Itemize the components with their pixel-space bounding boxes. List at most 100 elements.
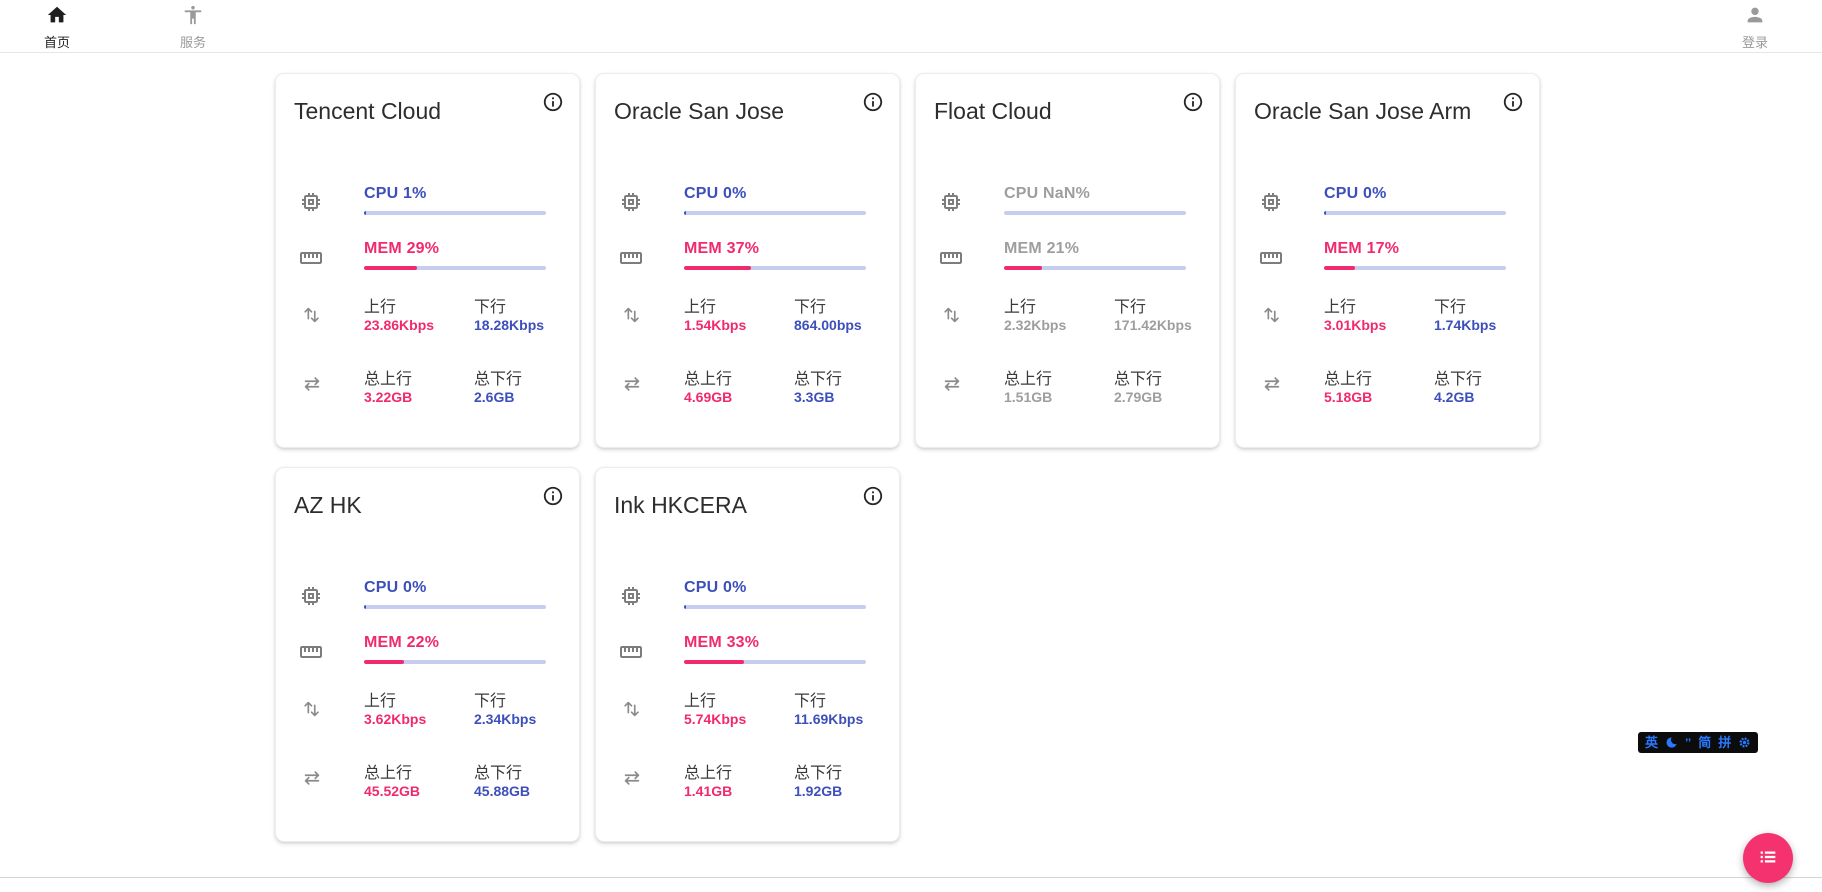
swap-horizontal-icon xyxy=(301,767,323,789)
upload-label: 上行 xyxy=(684,293,716,317)
cpu-progress-fill xyxy=(684,211,686,215)
swap-horizontal-icon xyxy=(621,373,643,395)
cpu-usage-label: CPU 0% xyxy=(1324,185,1387,203)
up-down-arrows-icon xyxy=(301,698,323,720)
mem-progress-fill xyxy=(1324,266,1355,270)
ime-punctuation-toggle[interactable]: ’’ xyxy=(1685,737,1691,749)
up-down-arrows-icon xyxy=(621,698,643,720)
cpu-chip-icon xyxy=(939,190,963,214)
total-upload-label: 总上行 xyxy=(684,759,732,783)
total-download-label: 总下行 xyxy=(794,365,842,389)
total-download-label: 总下行 xyxy=(474,365,522,389)
total-upload-value: 45.52GB xyxy=(364,783,420,799)
server-list-fab[interactable] xyxy=(1743,833,1793,883)
total-download-value: 2.79GB xyxy=(1114,389,1162,405)
download-label: 下行 xyxy=(794,293,826,317)
upload-rate: 5.74Kbps xyxy=(684,711,746,727)
memory-ruler-icon xyxy=(619,640,643,664)
mem-progress-fill xyxy=(684,660,744,664)
up-down-arrows-icon xyxy=(621,304,643,326)
server-name: Oracle San Jose Arm xyxy=(1254,98,1471,125)
ime-language-toggle[interactable]: 英 xyxy=(1645,736,1658,749)
cpu-chip-icon xyxy=(1259,190,1283,214)
download-label: 下行 xyxy=(1114,293,1146,317)
cpu-progress-bar xyxy=(364,211,546,215)
memory-ruler-icon xyxy=(299,640,323,664)
upload-label: 上行 xyxy=(364,687,396,711)
cpu-usage-label: CPU 0% xyxy=(684,579,747,597)
memory-ruler-icon xyxy=(299,246,323,270)
nav-services-label: 服务 xyxy=(180,32,206,51)
upload-label: 上行 xyxy=(684,687,716,711)
nav-item-login[interactable]: 登录 xyxy=(1727,4,1783,51)
gear-icon[interactable] xyxy=(1738,736,1751,749)
total-download-value: 1.92GB xyxy=(794,783,842,799)
download-rate: 2.34Kbps xyxy=(474,711,536,727)
mem-usage-label: MEM 21% xyxy=(1004,240,1079,258)
info-icon[interactable] xyxy=(859,88,887,116)
total-upload-label: 总上行 xyxy=(364,365,412,389)
info-icon[interactable] xyxy=(1499,88,1527,116)
swap-horizontal-icon xyxy=(941,373,963,395)
mem-usage-label: MEM 17% xyxy=(1324,240,1399,258)
info-icon[interactable] xyxy=(1179,88,1207,116)
cpu-progress-fill xyxy=(364,605,366,609)
download-rate: 11.69Kbps xyxy=(794,711,863,727)
info-icon[interactable] xyxy=(859,482,887,510)
swap-horizontal-icon xyxy=(621,767,643,789)
ime-simplified-toggle[interactable]: 简 xyxy=(1698,736,1711,749)
nav-item-home[interactable]: 首页 xyxy=(29,4,85,51)
cpu-progress-bar xyxy=(684,211,866,215)
cpu-progress-bar xyxy=(1324,211,1506,215)
cpu-usage-label: CPU 0% xyxy=(684,185,747,203)
download-label: 下行 xyxy=(794,687,826,711)
cpu-usage-label: CPU 1% xyxy=(364,185,427,203)
footer-divider xyxy=(0,877,1822,878)
total-download-label: 总下行 xyxy=(1434,365,1482,389)
total-upload-value: 5.18GB xyxy=(1324,389,1372,405)
cpu-progress-bar xyxy=(364,605,546,609)
download-rate: 18.28Kbps xyxy=(474,317,544,333)
cpu-chip-icon xyxy=(299,584,323,608)
ime-pinyin-toggle[interactable]: 拼 xyxy=(1718,736,1731,749)
upload-label: 上行 xyxy=(1324,293,1356,317)
download-label: 下行 xyxy=(474,687,506,711)
upload-label: 上行 xyxy=(1004,293,1036,317)
download-rate: 864.00bps xyxy=(794,317,862,333)
server-card: AZ HK CPU 0% MEM 22% 上行 3.62Kbps 下行 2.34… xyxy=(275,467,580,842)
download-rate: 1.74Kbps xyxy=(1434,317,1496,333)
total-download-value: 3.3GB xyxy=(794,389,834,405)
cpu-progress-fill xyxy=(364,211,366,215)
upload-rate: 2.32Kbps xyxy=(1004,317,1066,333)
info-icon[interactable] xyxy=(539,88,567,116)
server-card: Oracle San Jose Arm CPU 0% MEM 17% 上行 3.… xyxy=(1235,73,1540,448)
up-down-arrows-icon xyxy=(1261,304,1283,326)
moon-icon[interactable] xyxy=(1665,736,1678,749)
info-icon[interactable] xyxy=(539,482,567,510)
server-name: Oracle San Jose xyxy=(614,98,784,125)
server-card: Float Cloud CPU NaN% MEM 21% 上行 2.32Kbps… xyxy=(915,73,1220,448)
nav-item-services[interactable]: 服务 xyxy=(165,4,221,51)
nav-login-label: 登录 xyxy=(1742,32,1768,51)
total-upload-value: 3.22GB xyxy=(364,389,412,405)
mem-progress-fill xyxy=(684,266,751,270)
cpu-usage-label: CPU NaN% xyxy=(1004,185,1090,203)
memory-ruler-icon xyxy=(939,246,963,270)
mem-progress-bar xyxy=(1324,266,1506,270)
download-rate: 171.42Kbps xyxy=(1114,317,1192,333)
mem-progress-bar xyxy=(1004,266,1186,270)
up-down-arrows-icon xyxy=(941,304,963,326)
home-icon xyxy=(46,4,68,31)
server-name: Float Cloud xyxy=(934,98,1052,125)
person-icon xyxy=(1744,4,1766,31)
total-upload-label: 总上行 xyxy=(1004,365,1052,389)
upload-rate: 3.62Kbps xyxy=(364,711,426,727)
mem-progress-fill xyxy=(364,266,417,270)
list-icon xyxy=(1757,846,1779,871)
total-download-value: 45.88GB xyxy=(474,783,530,799)
cpu-progress-bar xyxy=(1004,211,1186,215)
total-download-label: 总下行 xyxy=(794,759,842,783)
accessibility-icon xyxy=(182,4,204,31)
swap-horizontal-icon xyxy=(1261,373,1283,395)
server-card: Ink HKCERA CPU 0% MEM 33% 上行 5.74Kbps 下行… xyxy=(595,467,900,842)
